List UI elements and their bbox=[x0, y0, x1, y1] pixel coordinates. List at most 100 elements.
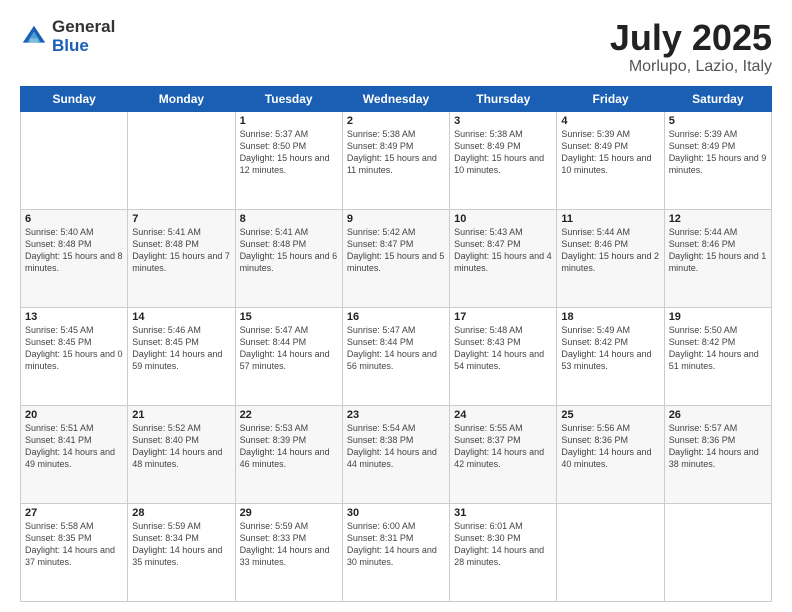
day-info: Sunrise: 5:55 AM Sunset: 8:37 PM Dayligh… bbox=[454, 422, 552, 471]
day-info: Sunrise: 5:43 AM Sunset: 8:47 PM Dayligh… bbox=[454, 226, 552, 275]
calendar-day-header: Wednesday bbox=[342, 86, 449, 111]
logo-text: General Blue bbox=[52, 18, 115, 55]
calendar-cell: 27Sunrise: 5:58 AM Sunset: 8:35 PM Dayli… bbox=[21, 503, 128, 601]
day-number: 29 bbox=[240, 507, 338, 519]
calendar-cell: 25Sunrise: 5:56 AM Sunset: 8:36 PM Dayli… bbox=[557, 405, 664, 503]
calendar-day-header: Monday bbox=[128, 86, 235, 111]
calendar-cell: 23Sunrise: 5:54 AM Sunset: 8:38 PM Dayli… bbox=[342, 405, 449, 503]
day-number: 17 bbox=[454, 311, 552, 323]
day-info: Sunrise: 5:45 AM Sunset: 8:45 PM Dayligh… bbox=[25, 324, 123, 373]
calendar-week-row: 1Sunrise: 5:37 AM Sunset: 8:50 PM Daylig… bbox=[21, 111, 772, 209]
day-number: 3 bbox=[454, 115, 552, 127]
calendar-cell bbox=[557, 503, 664, 601]
day-number: 13 bbox=[25, 311, 123, 323]
day-number: 28 bbox=[132, 507, 230, 519]
day-info: Sunrise: 5:44 AM Sunset: 8:46 PM Dayligh… bbox=[561, 226, 659, 275]
calendar-cell bbox=[664, 503, 771, 601]
calendar-header-row: SundayMondayTuesdayWednesdayThursdayFrid… bbox=[21, 86, 772, 111]
calendar-week-row: 13Sunrise: 5:45 AM Sunset: 8:45 PM Dayli… bbox=[21, 307, 772, 405]
calendar-cell: 8Sunrise: 5:41 AM Sunset: 8:48 PM Daylig… bbox=[235, 209, 342, 307]
calendar-cell: 9Sunrise: 5:42 AM Sunset: 8:47 PM Daylig… bbox=[342, 209, 449, 307]
main-title: July 2025 bbox=[610, 18, 772, 58]
calendar-cell: 24Sunrise: 5:55 AM Sunset: 8:37 PM Dayli… bbox=[450, 405, 557, 503]
calendar-cell: 14Sunrise: 5:46 AM Sunset: 8:45 PM Dayli… bbox=[128, 307, 235, 405]
page: General Blue July 2025 Morlupo, Lazio, I… bbox=[0, 0, 792, 612]
day-info: Sunrise: 5:56 AM Sunset: 8:36 PM Dayligh… bbox=[561, 422, 659, 471]
day-info: Sunrise: 5:50 AM Sunset: 8:42 PM Dayligh… bbox=[669, 324, 767, 373]
calendar-cell: 18Sunrise: 5:49 AM Sunset: 8:42 PM Dayli… bbox=[557, 307, 664, 405]
calendar-cell: 11Sunrise: 5:44 AM Sunset: 8:46 PM Dayli… bbox=[557, 209, 664, 307]
calendar-cell: 30Sunrise: 6:00 AM Sunset: 8:31 PM Dayli… bbox=[342, 503, 449, 601]
logo-general: General bbox=[52, 18, 115, 37]
day-info: Sunrise: 5:51 AM Sunset: 8:41 PM Dayligh… bbox=[25, 422, 123, 471]
day-number: 5 bbox=[669, 115, 767, 127]
day-number: 4 bbox=[561, 115, 659, 127]
calendar-day-header: Friday bbox=[557, 86, 664, 111]
day-info: Sunrise: 5:38 AM Sunset: 8:49 PM Dayligh… bbox=[454, 128, 552, 177]
calendar-cell: 10Sunrise: 5:43 AM Sunset: 8:47 PM Dayli… bbox=[450, 209, 557, 307]
day-info: Sunrise: 5:39 AM Sunset: 8:49 PM Dayligh… bbox=[561, 128, 659, 177]
logo-blue: Blue bbox=[52, 37, 115, 56]
calendar-cell: 6Sunrise: 5:40 AM Sunset: 8:48 PM Daylig… bbox=[21, 209, 128, 307]
day-info: Sunrise: 5:41 AM Sunset: 8:48 PM Dayligh… bbox=[240, 226, 338, 275]
day-info: Sunrise: 6:00 AM Sunset: 8:31 PM Dayligh… bbox=[347, 520, 445, 569]
calendar-cell: 31Sunrise: 6:01 AM Sunset: 8:30 PM Dayli… bbox=[450, 503, 557, 601]
day-number: 11 bbox=[561, 213, 659, 225]
day-number: 10 bbox=[454, 213, 552, 225]
subtitle: Morlupo, Lazio, Italy bbox=[610, 58, 772, 76]
day-info: Sunrise: 5:52 AM Sunset: 8:40 PM Dayligh… bbox=[132, 422, 230, 471]
header: General Blue July 2025 Morlupo, Lazio, I… bbox=[20, 18, 772, 76]
calendar-cell: 7Sunrise: 5:41 AM Sunset: 8:48 PM Daylig… bbox=[128, 209, 235, 307]
day-number: 26 bbox=[669, 409, 767, 421]
calendar-cell: 16Sunrise: 5:47 AM Sunset: 8:44 PM Dayli… bbox=[342, 307, 449, 405]
day-number: 20 bbox=[25, 409, 123, 421]
day-info: Sunrise: 5:41 AM Sunset: 8:48 PM Dayligh… bbox=[132, 226, 230, 275]
calendar-day-header: Thursday bbox=[450, 86, 557, 111]
title-block: July 2025 Morlupo, Lazio, Italy bbox=[610, 18, 772, 76]
day-info: Sunrise: 5:58 AM Sunset: 8:35 PM Dayligh… bbox=[25, 520, 123, 569]
day-info: Sunrise: 5:59 AM Sunset: 8:34 PM Dayligh… bbox=[132, 520, 230, 569]
calendar-day-header: Saturday bbox=[664, 86, 771, 111]
calendar-cell: 13Sunrise: 5:45 AM Sunset: 8:45 PM Dayli… bbox=[21, 307, 128, 405]
day-info: Sunrise: 5:49 AM Sunset: 8:42 PM Dayligh… bbox=[561, 324, 659, 373]
logo-icon bbox=[20, 23, 48, 51]
day-number: 15 bbox=[240, 311, 338, 323]
calendar-week-row: 27Sunrise: 5:58 AM Sunset: 8:35 PM Dayli… bbox=[21, 503, 772, 601]
day-number: 2 bbox=[347, 115, 445, 127]
logo: General Blue bbox=[20, 18, 115, 55]
calendar-cell: 28Sunrise: 5:59 AM Sunset: 8:34 PM Dayli… bbox=[128, 503, 235, 601]
calendar-day-header: Tuesday bbox=[235, 86, 342, 111]
day-number: 25 bbox=[561, 409, 659, 421]
calendar-cell: 5Sunrise: 5:39 AM Sunset: 8:49 PM Daylig… bbox=[664, 111, 771, 209]
day-info: Sunrise: 5:39 AM Sunset: 8:49 PM Dayligh… bbox=[669, 128, 767, 177]
day-number: 22 bbox=[240, 409, 338, 421]
calendar-cell: 1Sunrise: 5:37 AM Sunset: 8:50 PM Daylig… bbox=[235, 111, 342, 209]
day-number: 19 bbox=[669, 311, 767, 323]
day-info: Sunrise: 5:47 AM Sunset: 8:44 PM Dayligh… bbox=[240, 324, 338, 373]
day-number: 16 bbox=[347, 311, 445, 323]
day-info: Sunrise: 5:37 AM Sunset: 8:50 PM Dayligh… bbox=[240, 128, 338, 177]
calendar-cell: 15Sunrise: 5:47 AM Sunset: 8:44 PM Dayli… bbox=[235, 307, 342, 405]
calendar-table: SundayMondayTuesdayWednesdayThursdayFrid… bbox=[20, 86, 772, 602]
calendar-cell: 19Sunrise: 5:50 AM Sunset: 8:42 PM Dayli… bbox=[664, 307, 771, 405]
calendar-cell: 17Sunrise: 5:48 AM Sunset: 8:43 PM Dayli… bbox=[450, 307, 557, 405]
calendar-cell: 22Sunrise: 5:53 AM Sunset: 8:39 PM Dayli… bbox=[235, 405, 342, 503]
calendar-cell: 26Sunrise: 5:57 AM Sunset: 8:36 PM Dayli… bbox=[664, 405, 771, 503]
day-number: 21 bbox=[132, 409, 230, 421]
calendar-cell: 29Sunrise: 5:59 AM Sunset: 8:33 PM Dayli… bbox=[235, 503, 342, 601]
calendar-cell: 12Sunrise: 5:44 AM Sunset: 8:46 PM Dayli… bbox=[664, 209, 771, 307]
calendar-body: 1Sunrise: 5:37 AM Sunset: 8:50 PM Daylig… bbox=[21, 111, 772, 601]
calendar-cell bbox=[21, 111, 128, 209]
calendar-cell: 4Sunrise: 5:39 AM Sunset: 8:49 PM Daylig… bbox=[557, 111, 664, 209]
day-number: 6 bbox=[25, 213, 123, 225]
calendar-cell: 2Sunrise: 5:38 AM Sunset: 8:49 PM Daylig… bbox=[342, 111, 449, 209]
day-info: Sunrise: 5:44 AM Sunset: 8:46 PM Dayligh… bbox=[669, 226, 767, 275]
day-number: 9 bbox=[347, 213, 445, 225]
day-info: Sunrise: 5:53 AM Sunset: 8:39 PM Dayligh… bbox=[240, 422, 338, 471]
day-number: 18 bbox=[561, 311, 659, 323]
calendar-cell: 20Sunrise: 5:51 AM Sunset: 8:41 PM Dayli… bbox=[21, 405, 128, 503]
day-number: 31 bbox=[454, 507, 552, 519]
calendar-cell: 21Sunrise: 5:52 AM Sunset: 8:40 PM Dayli… bbox=[128, 405, 235, 503]
day-info: Sunrise: 5:59 AM Sunset: 8:33 PM Dayligh… bbox=[240, 520, 338, 569]
day-info: Sunrise: 5:38 AM Sunset: 8:49 PM Dayligh… bbox=[347, 128, 445, 177]
